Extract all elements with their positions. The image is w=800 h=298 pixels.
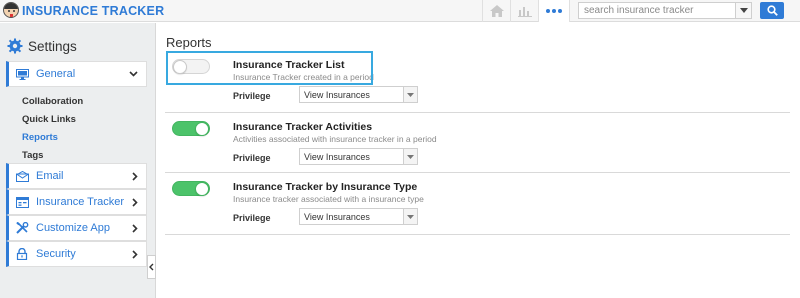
settings-heading: Settings <box>7 38 77 54</box>
monitor-icon <box>16 68 30 80</box>
report-description: Insurance tracker associated with a insu… <box>233 194 424 204</box>
sidebar-item-label: General <box>36 68 76 80</box>
caret-down-icon <box>403 149 417 164</box>
sidebar-item-label: Email <box>36 170 64 182</box>
sidebar-subitem-quick-links[interactable]: Quick Links <box>22 111 83 129</box>
general-sub-menu: Collaboration Quick Links Reports Tags <box>22 93 83 165</box>
top-icon-group <box>482 0 570 22</box>
chevron-right-icon[interactable] <box>132 190 138 214</box>
chevron-left-icon <box>149 263 154 271</box>
caret-down-icon <box>403 209 417 224</box>
more-apps-icon[interactable] <box>538 0 570 22</box>
gear-icon <box>7 38 23 54</box>
sidebar-item-label: Customize App <box>36 222 110 234</box>
page-title: Reports <box>166 35 212 50</box>
privilege-label: Privilege <box>233 213 271 223</box>
report-toggle[interactable] <box>172 181 210 196</box>
settings-title-text: Settings <box>28 38 77 54</box>
privilege-value: View Insurances <box>304 212 370 222</box>
envelope-icon <box>16 170 30 182</box>
sidebar: Settings General Collaboration Quick Lin… <box>0 23 156 298</box>
home-icon[interactable] <box>482 0 510 22</box>
caret-down-icon <box>403 87 417 102</box>
search-scope-dropdown[interactable] <box>735 3 751 18</box>
privilege-label: Privilege <box>233 91 271 101</box>
sidebar-subitem-collaboration[interactable]: Collaboration <box>22 93 83 111</box>
lock-icon <box>16 248 30 260</box>
search-icon <box>766 5 778 16</box>
sidebar-subitem-reports[interactable]: Reports <box>22 129 83 147</box>
app-title[interactable]: INSURANCE TRACKER <box>22 4 164 18</box>
sidebar-item-general[interactable]: General <box>6 61 147 87</box>
privilege-label: Privilege <box>233 153 271 163</box>
report-row: Insurance Tracker Activities Activities … <box>165 113 790 173</box>
sidebar-item-email[interactable]: Email <box>6 163 147 189</box>
sidebar-item-security[interactable]: Security <box>6 241 147 267</box>
tools-icon <box>16 222 30 234</box>
sidebar-item-label: Insurance Tracker <box>36 196 125 208</box>
report-toggle[interactable] <box>172 121 210 136</box>
collapse-sidebar-handle[interactable] <box>147 255 156 279</box>
privilege-select[interactable]: View Insurances <box>299 86 418 103</box>
report-name: Insurance Tracker Activities <box>233 121 373 133</box>
caret-down-icon <box>739 8 748 13</box>
search-input[interactable] <box>579 3 735 18</box>
privilege-select[interactable]: View Insurances <box>299 208 418 225</box>
report-name: Insurance Tracker by Insurance Type <box>233 181 418 193</box>
chevron-right-icon[interactable] <box>132 242 138 266</box>
search-box <box>578 2 752 19</box>
highlight-box <box>166 51 373 85</box>
search-button[interactable] <box>760 2 784 19</box>
report-description: Activities associated with insurance tra… <box>233 134 437 144</box>
top-bar: INSURANCE TRACKER <box>0 0 800 22</box>
privilege-select[interactable]: View Insurances <box>299 148 418 165</box>
sidebar-item-label: Security <box>36 248 76 260</box>
sidebar-item-customize-app[interactable]: Customize App <box>6 215 147 241</box>
app-logo[interactable] <box>3 2 19 18</box>
privilege-value: View Insurances <box>304 90 370 100</box>
chevron-right-icon[interactable] <box>132 164 138 188</box>
sidebar-item-insurance-tracker[interactable]: Insurance Tracker <box>6 189 147 215</box>
chevron-right-icon[interactable] <box>132 216 138 240</box>
tracker-icon <box>16 196 30 208</box>
report-row: Insurance Tracker by Insurance Type Insu… <box>165 173 790 235</box>
chevron-down-icon[interactable] <box>129 62 138 86</box>
privilege-value: View Insurances <box>304 152 370 162</box>
bar-chart-icon[interactable] <box>510 0 538 22</box>
